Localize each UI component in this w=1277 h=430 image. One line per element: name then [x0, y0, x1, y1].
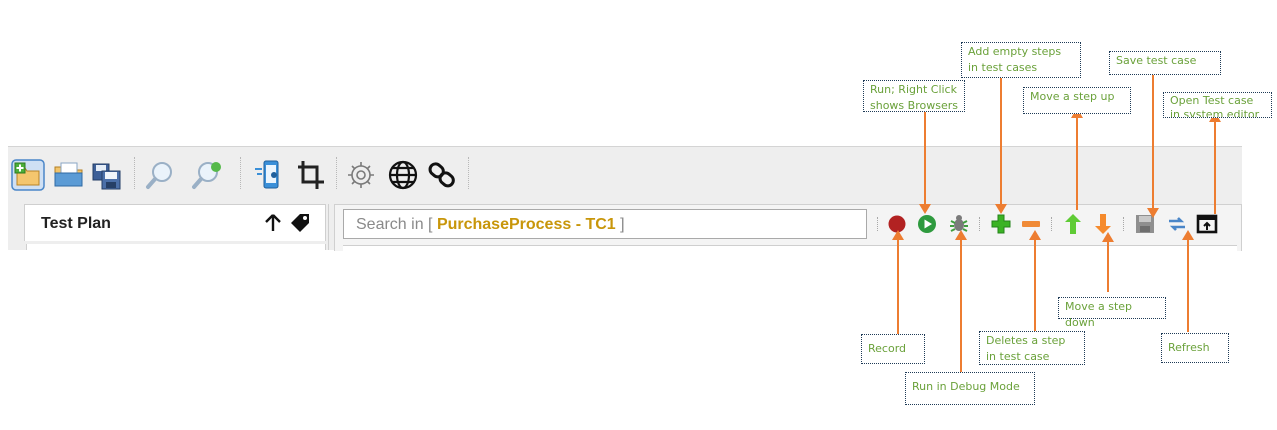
toolbar-separator: [1123, 217, 1124, 231]
open-project-icon[interactable]: [52, 159, 86, 191]
open-editor-icon[interactable]: [1195, 212, 1219, 236]
leader-delete-step: [1034, 236, 1036, 334]
leader-add-steps: [1000, 78, 1002, 210]
delete-step-icon[interactable]: [1019, 212, 1043, 236]
step-down-icon[interactable]: [1091, 212, 1115, 236]
tag-icon[interactable]: [289, 213, 311, 233]
callout-add-steps: Add empty steps in test cases: [961, 42, 1081, 78]
record-icon[interactable]: [885, 212, 909, 236]
leader-save: [1152, 72, 1154, 214]
callout-refresh: Refresh: [1161, 333, 1229, 363]
search-suffix: ]: [615, 216, 625, 233]
refresh-icon[interactable]: [1165, 212, 1189, 236]
callout-delete-step: Deletes a step in test case: [979, 331, 1085, 365]
run-icon[interactable]: [915, 212, 939, 236]
callout-move-up: Move a step up: [1023, 87, 1131, 114]
callout-move-down: Move a step down: [1058, 297, 1166, 329]
search-prefix: Search in [: [356, 216, 437, 233]
panel-strip: Test Plan Search in [ PurchaseProcess - …: [8, 198, 1242, 252]
find-icon[interactable]: [144, 159, 178, 191]
callout-record: Record: [861, 334, 925, 364]
save-icon[interactable]: [1133, 212, 1157, 236]
step-up-icon[interactable]: [1061, 212, 1085, 236]
crop-icon[interactable]: [294, 159, 328, 191]
test-plan-header: Test Plan: [24, 204, 326, 241]
add-step-icon[interactable]: [989, 212, 1013, 236]
leader-debug: [960, 236, 962, 374]
browser-icon[interactable]: [386, 159, 420, 191]
leader-move-down: [1107, 240, 1109, 292]
find-replace-icon[interactable]: [190, 159, 224, 191]
save-project-icon[interactable]: [90, 159, 124, 191]
toolbar-separator: [1051, 217, 1052, 231]
settings-icon[interactable]: [344, 159, 378, 191]
toolbar-separator: [336, 157, 337, 189]
leader-run: [924, 110, 926, 210]
search-input[interactable]: Search in [ PurchaseProcess - TC1 ]: [343, 209, 867, 239]
panel-splitter[interactable]: [328, 204, 333, 250]
callout-run: Run; Right Click shows Browsers: [863, 80, 965, 112]
new-project-icon[interactable]: [11, 159, 45, 191]
search-context: PurchaseProcess - TC1: [436, 216, 616, 233]
mobile-spy-icon[interactable]: [252, 159, 286, 191]
toolbar-separator: [877, 217, 878, 231]
callout-debug: Run in Debug Mode: [905, 372, 1035, 405]
link-icon[interactable]: [426, 159, 460, 191]
callout-open-editor: Open Test case in system editor: [1163, 92, 1272, 118]
toolbar-separator: [240, 157, 241, 189]
leader-open-editor: [1214, 116, 1216, 214]
main-toolbar: [8, 146, 1242, 200]
callout-save: Save test case: [1109, 51, 1221, 75]
test-case-panel: Search in [ PurchaseProcess - TC1 ]: [334, 204, 1242, 252]
test-plan-title: Test Plan: [41, 215, 111, 232]
leader-refresh: [1187, 236, 1189, 332]
debug-icon[interactable]: [947, 212, 971, 236]
toolbar-separator: [134, 157, 135, 189]
leader-move-up: [1076, 114, 1078, 210]
toolbar-separator: [468, 157, 469, 189]
move-up-icon[interactable]: [263, 213, 283, 233]
leader-record: [897, 236, 899, 334]
toolbar-separator: [979, 217, 980, 231]
test-plan-tree: [26, 244, 326, 250]
steps-table-header: [343, 245, 1237, 252]
